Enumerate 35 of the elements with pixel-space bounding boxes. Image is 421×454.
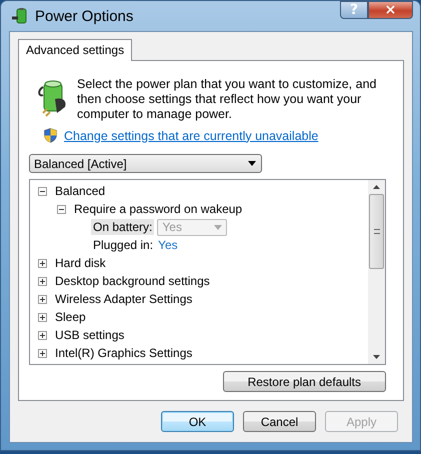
change-settings-link[interactable]: Change settings that are currently unavailable — [64, 128, 318, 142]
expander-icon[interactable] — [38, 294, 47, 304]
tree-item[interactable]: Hard disk — [55, 256, 106, 270]
tree-item[interactable]: Sleep — [55, 310, 86, 324]
plan-dropdown[interactable]: Balanced [Active] — [29, 154, 262, 173]
tree-item[interactable]: Desktop background settings — [55, 274, 210, 288]
tree-item[interactable]: Wireless Adapter Settings — [55, 292, 192, 306]
battery-plug-icon — [11, 8, 29, 24]
shield-icon — [44, 128, 57, 143]
scroll-up-icon[interactable] — [373, 185, 380, 189]
caret-icon — [214, 224, 222, 230]
window-title: Power Options — [35, 8, 134, 24]
expander-icon[interactable] — [38, 330, 47, 340]
expander-icon[interactable] — [38, 312, 47, 322]
close-button[interactable]: × — [368, 1, 413, 19]
value-link[interactable]: Yes — [158, 238, 178, 252]
caret-icon — [248, 161, 256, 166]
dialog-button[interactable]: Cancel — [243, 411, 316, 432]
expander-icon[interactable] — [38, 348, 47, 358]
expander-icon[interactable] — [38, 276, 47, 286]
scrollbar[interactable] — [368, 180, 385, 364]
expander-icon[interactable] — [38, 258, 47, 268]
tree-item[interactable]: Balanced — [55, 184, 106, 198]
tab[interactable]: Advanced settings — [18, 39, 132, 61]
instruction-text: Select the power plan that you want to customize, and then choose settings that reflect how you want your computer to manage power. — [77, 77, 378, 122]
expander-icon[interactable] — [57, 204, 66, 214]
scroll-thumb[interactable] — [369, 194, 384, 269]
restore-defaults-button[interactable]: Restore plan defaults — [222, 371, 386, 392]
expander-icon[interactable] — [38, 186, 47, 196]
dialog-button[interactable]: OK — [161, 411, 234, 432]
scroll-down-icon[interactable] — [373, 355, 380, 359]
setting-label[interactable]: Plugged in: — [91, 237, 156, 253]
tree-item[interactable]: Intel(R) Graphics Settings — [55, 346, 192, 360]
tree-item[interactable]: USB settings — [55, 328, 124, 342]
tree-item[interactable]: Require a password on wakeup — [74, 202, 242, 216]
